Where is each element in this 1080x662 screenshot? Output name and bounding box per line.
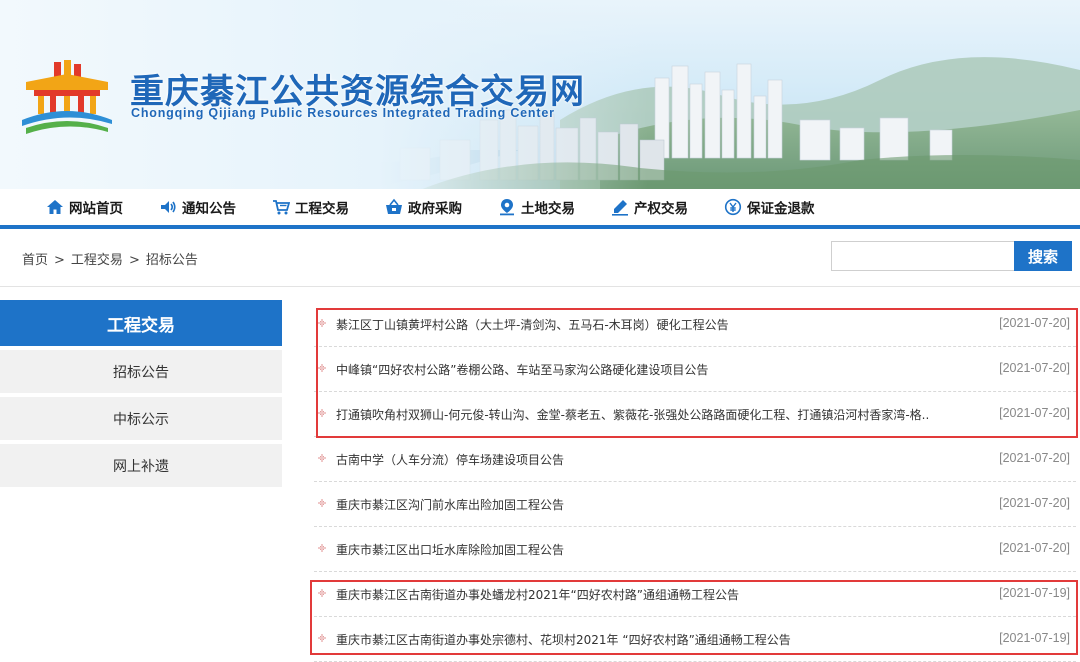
list-item-title[interactable]: 打通镇吹角村双狮山-何元俊-转山沟、金堂-蔡老五、紫薇花-张强处公路路面硬化工程… — [336, 406, 929, 423]
list-item-date: [2021-07-19] — [999, 631, 1070, 645]
list-item-date: [2021-07-20] — [999, 316, 1070, 330]
list-item-title[interactable]: 古南中学（人车分流）停车场建设项目公告 — [336, 451, 564, 468]
breadcrumb-section-link[interactable]: 工程交易 — [71, 253, 123, 268]
nav-item-label: 保证金退款 — [747, 201, 815, 217]
list-item[interactable]: 綦江区丁山镇黄坪村公路（大土坪-清剑沟、五马石-木耳岗）硬化工程公告 [2021… — [314, 302, 1076, 347]
nav-item-label: 土地交易 — [521, 201, 575, 217]
nav-item-label: 政府采购 — [408, 201, 462, 217]
bullet-icon — [318, 364, 326, 372]
bullet-icon — [318, 589, 326, 597]
list-item-title[interactable]: 重庆市綦江区出口坵水库除险加固工程公告 — [336, 541, 564, 558]
list-item[interactable]: 中峰镇“四好农村公路”卷棚公路、车站至马家沟公路硬化建设项目公告 [2021-0… — [314, 347, 1076, 392]
sidebar-item-online-addendum[interactable]: 网上补遗 — [0, 444, 282, 487]
list-item[interactable]: 重庆市綦江区沟门前水库出险加固工程公告 [2021-07-20] — [314, 482, 1076, 527]
yen-coin-icon — [724, 198, 742, 216]
list-item-date: [2021-07-19] — [999, 586, 1070, 600]
pen-icon — [611, 198, 629, 216]
list-item[interactable]: 打通镇吹角村双狮山-何元俊-转山沟、金堂-蔡老五、紫薇花-张强处公路路面硬化工程… — [314, 392, 1076, 437]
nav-item-label: 工程交易 — [295, 201, 349, 217]
list-item-title[interactable]: 重庆市綦江区古南街道办事处宗德村、花坝村2021年 “四好农村路”通组通畅工程公… — [336, 631, 791, 648]
list-item-title[interactable]: 重庆市綦江区沟门前水库出险加固工程公告 — [336, 496, 564, 513]
list-item-date: [2021-07-20] — [999, 451, 1070, 465]
sidebar-item-award-notice[interactable]: 中标公示 — [0, 397, 282, 440]
breadcrumb-bar: 首页 > 工程交易 > 招标公告 搜索 — [0, 229, 1080, 287]
main-navigation: 网站首页 通知公告 工程交易 政府采购 土地交易 产权交易 保证金退款 — [0, 189, 1080, 229]
nav-item-land[interactable]: 土地交易 — [498, 197, 575, 217]
list-item-date: [2021-07-20] — [999, 541, 1070, 555]
list-item-title[interactable]: 綦江区丁山镇黄坪村公路（大土坪-清剑沟、五马石-木耳岗）硬化工程公告 — [336, 316, 729, 333]
bullet-icon — [318, 319, 326, 327]
list-item-date: [2021-07-20] — [999, 496, 1070, 510]
list-item[interactable]: 重庆市綦江区出口坵水库除险加固工程公告 [2021-07-20] — [314, 527, 1076, 572]
nav-item-engineering[interactable]: 工程交易 — [272, 197, 349, 217]
sidebar-heading: 工程交易 — [0, 300, 282, 346]
nav-item-label: 产权交易 — [634, 201, 688, 217]
search-input[interactable] — [831, 241, 1014, 271]
breadcrumb-current: 招标公告 — [145, 253, 198, 268]
bullet-icon — [318, 454, 326, 462]
search-button[interactable]: 搜索 — [1014, 241, 1072, 271]
sidebar-item-tender-notice[interactable]: 招标公告 — [0, 350, 282, 393]
nav-item-property[interactable]: 产权交易 — [611, 197, 688, 217]
cart-icon — [272, 198, 290, 216]
sidebar: 工程交易 招标公告 中标公示 网上补遗 — [0, 300, 282, 487]
breadcrumb-separator: > — [54, 253, 65, 268]
site-logo-icon — [22, 60, 112, 134]
nav-item-label: 通知公告 — [182, 201, 236, 217]
list-item-title[interactable]: 重庆市綦江区古南街道办事处蟠龙村2021年“四好农村路”通组通畅工程公告 — [336, 586, 739, 603]
list-item-date: [2021-07-20] — [999, 361, 1070, 375]
breadcrumb: 首页 > 工程交易 > 招标公告 — [22, 249, 198, 268]
list-item[interactable]: 重庆市綦江区古南街道办事处宗德村、花坝村2021年 “四好农村路”通组通畅工程公… — [314, 617, 1076, 662]
header-banner: 重庆綦江公共资源综合交易网 Chongqing Qijiang Public R… — [0, 0, 1080, 190]
list-item[interactable]: 古南中学（人车分流）停车场建设项目公告 [2021-07-20] — [314, 437, 1076, 482]
nav-item-procurement[interactable]: 政府采购 — [385, 197, 462, 217]
basket-icon — [385, 198, 403, 216]
site-subtitle: Chongqing Qijiang Public Resources Integ… — [131, 106, 555, 120]
breadcrumb-separator: > — [128, 253, 140, 268]
announcement-list: 綦江区丁山镇黄坪村公路（大土坪-清剑沟、五马石-木耳岗）硬化工程公告 [2021… — [314, 302, 1076, 662]
list-item-title[interactable]: 中峰镇“四好农村公路”卷棚公路、车站至马家沟公路硬化建设项目公告 — [336, 361, 708, 378]
breadcrumb-home-link[interactable]: 首页 — [22, 253, 48, 268]
bullet-icon — [318, 409, 326, 417]
bullet-icon — [318, 499, 326, 507]
nav-item-label: 网站首页 — [69, 201, 123, 217]
list-item-date: [2021-07-20] — [999, 406, 1070, 420]
bullet-icon — [318, 634, 326, 642]
bullet-icon — [318, 544, 326, 552]
nav-item-home[interactable]: 网站首页 — [46, 197, 123, 217]
home-icon — [46, 198, 64, 216]
list-item[interactable]: 重庆市綦江区古南街道办事处蟠龙村2021年“四好农村路”通组通畅工程公告 [20… — [314, 572, 1076, 617]
nav-item-notices[interactable]: 通知公告 — [159, 197, 236, 217]
speaker-icon — [159, 198, 177, 216]
location-pin-icon — [498, 198, 516, 216]
nav-item-deposit-refund[interactable]: 保证金退款 — [724, 197, 815, 217]
